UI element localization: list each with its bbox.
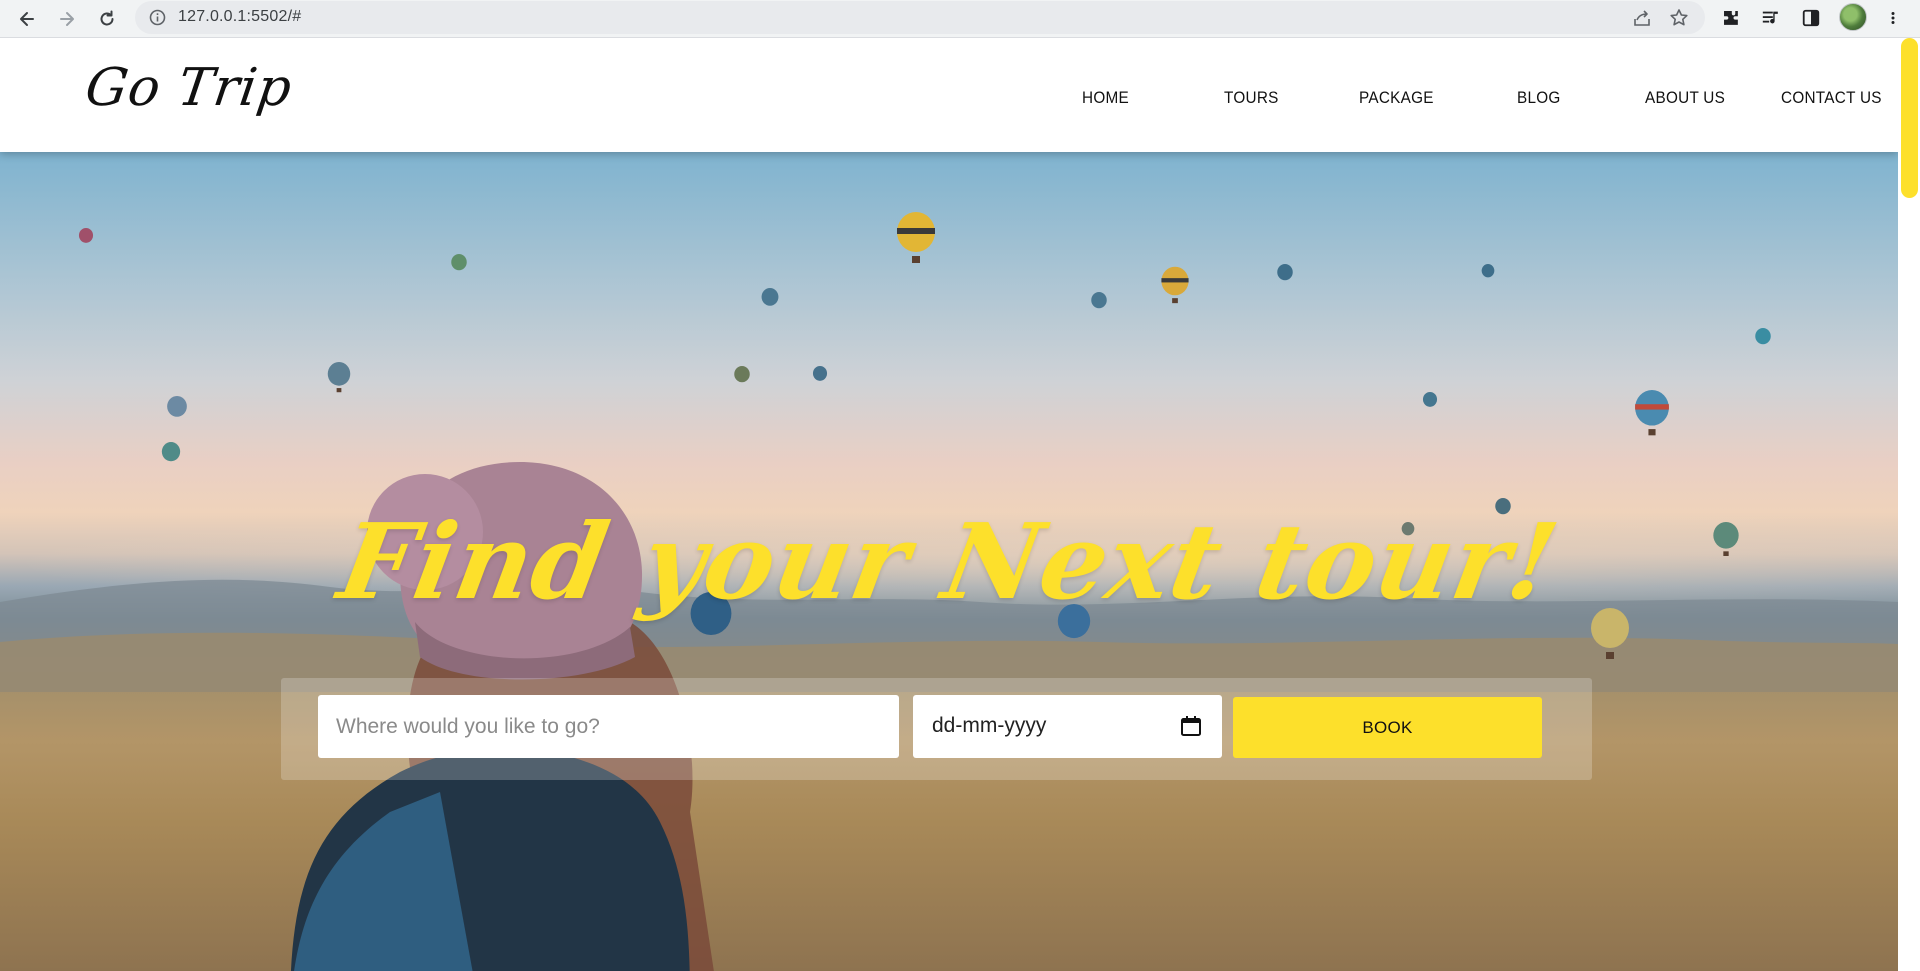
balloon-image [1481,264,1495,278]
site-header: Go Trip HOME TOURS PACKAGE BLOG ABOUT US… [0,38,1898,152]
book-button[interactable]: BOOK [1233,697,1542,758]
balloon-image [734,366,750,383]
avatar[interactable] [1839,3,1867,31]
destination-input[interactable] [318,695,899,758]
balloon-image [167,396,187,417]
reload-icon[interactable] [92,4,122,34]
balloon-image [812,366,828,381]
hero-section: Find your Next tour! dd-mm-yyyy BOOK [0,152,1898,971]
media-icon[interactable] [1758,5,1784,31]
date-input-value[interactable]: dd-mm-yyyy [932,714,1046,738]
browser-toolbar: 127.0.0.1:5502/# [0,0,1920,38]
page-viewport: Go Trip HOME TOURS PACKAGE BLOG ABOUT US… [0,38,1898,971]
calendar-icon[interactable] [1180,715,1202,737]
balloon-image [897,212,935,263]
balloon-image [327,362,351,393]
url-text[interactable]: 127.0.0.1:5502/# [178,8,301,26]
nav-blog[interactable]: BLOG [1517,88,1561,108]
scroll-thumb[interactable] [1901,38,1918,198]
balloon-image [1635,390,1669,436]
info-icon[interactable] [149,9,166,26]
balloon-image [451,254,467,271]
balloon-image [1422,392,1438,407]
balloon-image [161,442,181,462]
back-icon[interactable] [12,4,42,34]
forward-icon[interactable] [52,4,82,34]
share-icon[interactable] [1631,7,1653,29]
balloon-image [1161,266,1189,304]
star-icon[interactable] [1668,7,1690,29]
nav-tours[interactable]: TOURS [1224,88,1279,108]
nav-contact-us[interactable]: CONTACT US [1781,88,1882,108]
balloon-image [1091,292,1107,309]
main-nav: HOME TOURS PACKAGE BLOG ABOUT US CONTACT… [0,88,1898,118]
nav-package[interactable]: PACKAGE [1359,88,1434,108]
scrollbar[interactable] [1898,38,1920,971]
balloon-image [1755,328,1771,345]
date-input[interactable]: dd-mm-yyyy [913,695,1222,758]
address-bar[interactable]: 127.0.0.1:5502/# [135,1,1705,34]
balloon-image [761,288,779,306]
booking-form: dd-mm-yyyy BOOK [281,678,1592,780]
balloon-image [78,228,94,243]
nav-home[interactable]: HOME [1082,88,1129,108]
menu-icon[interactable] [1880,5,1906,31]
nav-about-us[interactable]: ABOUT US [1645,88,1725,108]
extensions-icon[interactable] [1718,5,1744,31]
sidepanel-icon[interactable] [1798,5,1824,31]
balloon-image [1277,264,1293,281]
hero-title: Find your Next tour! [330,500,1568,623]
